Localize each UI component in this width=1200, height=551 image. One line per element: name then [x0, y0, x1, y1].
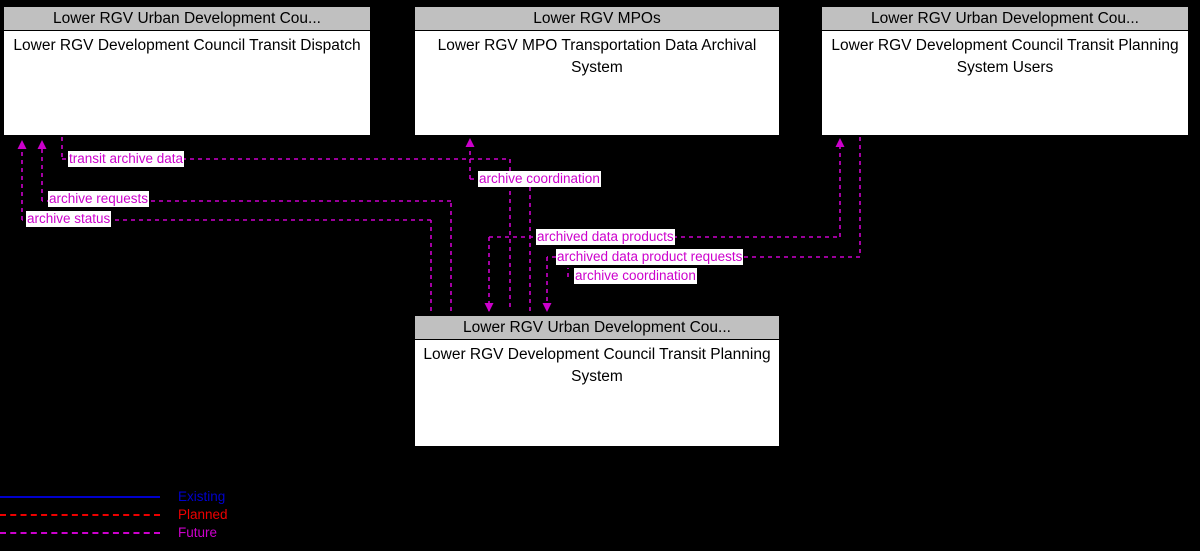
diagram-canvas: Lower RGV Urban Development Cou... Lower…	[0, 0, 1200, 551]
legend-line-planned	[0, 514, 160, 516]
flow-label-archive-coordination-users: archive coordination	[574, 268, 697, 284]
flow-label-archived-data-products: archived data products	[536, 229, 675, 245]
legend: Existing Planned Future	[0, 488, 300, 548]
legend-line-existing	[0, 496, 160, 498]
flow-label-archive-coordination-mpo: archive coordination	[478, 171, 601, 187]
flow-label-archive-requests: archive requests	[48, 191, 150, 207]
box-transit-dispatch-header: Lower RGV Urban Development Cou...	[4, 7, 370, 31]
box-mpo-archival[interactable]: Lower RGV MPOs Lower RGV MPO Transportat…	[413, 5, 781, 137]
legend-label-planned: Planned	[178, 507, 228, 522]
box-planning-users[interactable]: Lower RGV Urban Development Cou... Lower…	[820, 5, 1190, 137]
wire-archive-requests	[37, 140, 452, 311]
legend-line-future	[0, 532, 160, 534]
box-planning-system[interactable]: Lower RGV Urban Development Cou... Lower…	[413, 314, 781, 448]
flow-label-archived-data-product-requests: archived data product requests	[556, 249, 744, 265]
legend-row-existing: Existing	[0, 488, 300, 506]
box-mpo-archival-header: Lower RGV MPOs	[415, 7, 779, 31]
flow-label-transit-archive-data: transit archive data	[68, 151, 185, 167]
box-planning-users-body: Lower RGV Development Council Transit Pl…	[831, 37, 1179, 76]
box-mpo-archival-body: Lower RGV MPO Transportation Data Archiv…	[437, 37, 757, 76]
flow-label-archive-status: archive status	[26, 211, 112, 227]
box-planning-system-body: Lower RGV Development Council Transit Pl…	[423, 346, 771, 385]
legend-label-future: Future	[178, 525, 218, 540]
box-transit-dispatch[interactable]: Lower RGV Urban Development Cou... Lower…	[2, 5, 372, 137]
wire-archived-data-product-requests	[542, 137, 861, 312]
wire-archive-status	[17, 140, 432, 311]
legend-row-future: Future	[0, 524, 300, 542]
legend-label-existing: Existing	[178, 489, 226, 504]
legend-row-planned: Planned	[0, 506, 300, 524]
box-transit-dispatch-body: Lower RGV Development Council Transit Di…	[13, 37, 361, 54]
box-planning-users-header: Lower RGV Urban Development Cou...	[822, 7, 1188, 31]
box-planning-system-header: Lower RGV Urban Development Cou...	[415, 316, 779, 340]
